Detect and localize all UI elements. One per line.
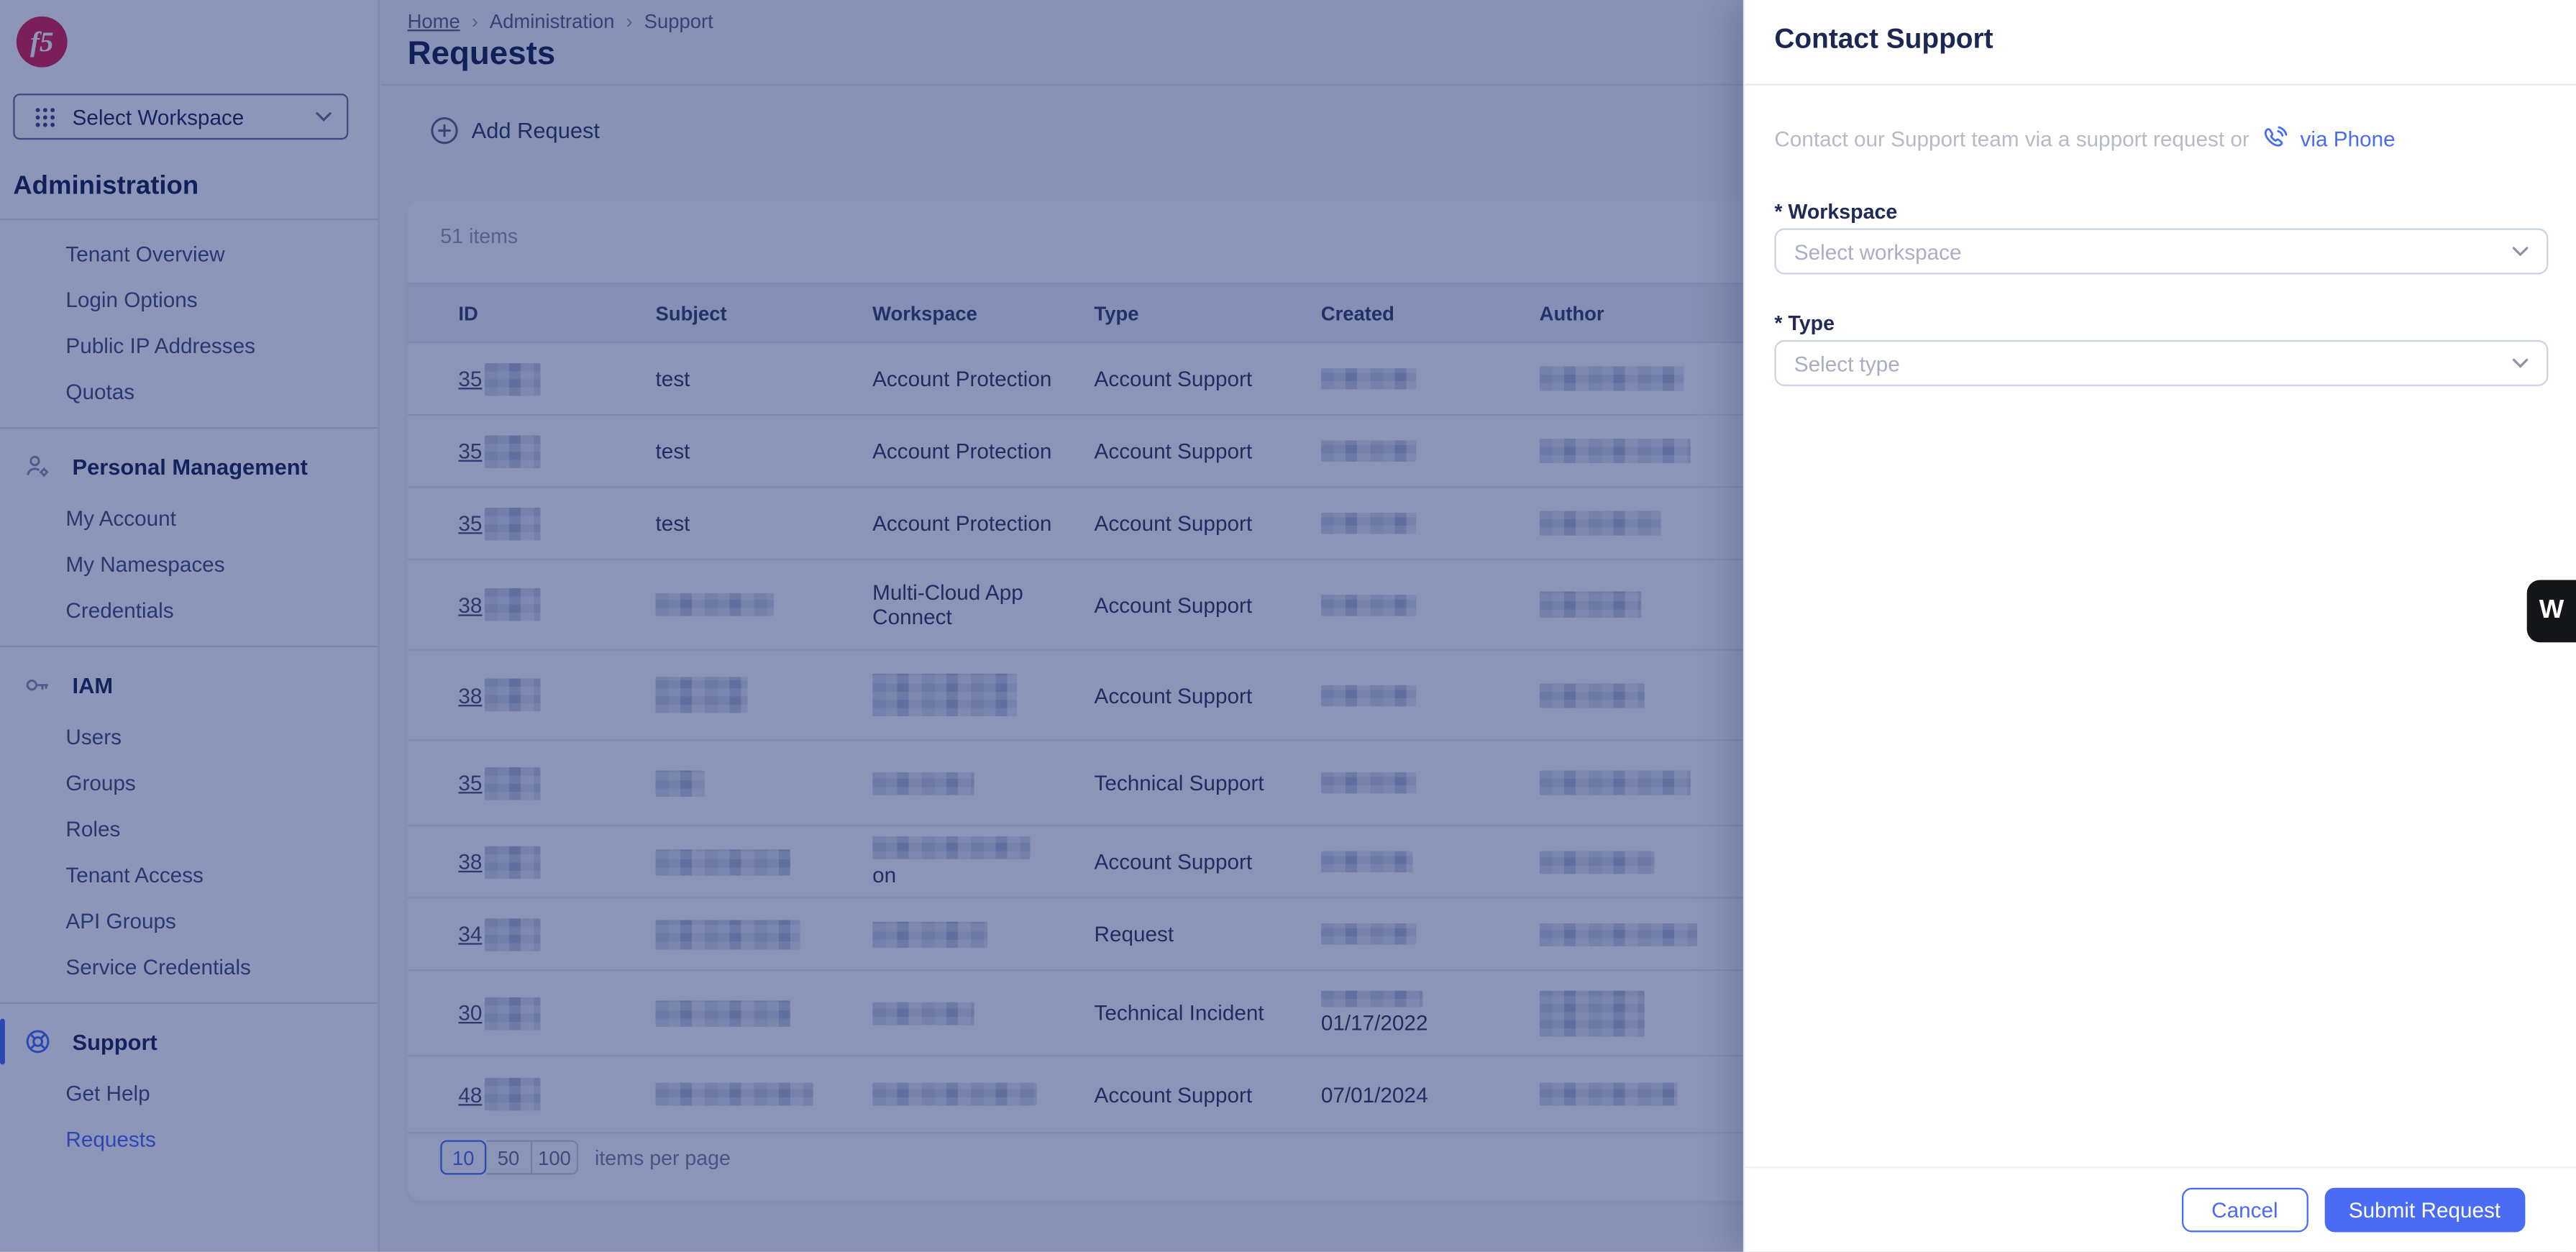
workspace-select[interactable]: Select workspace [1774,229,2548,275]
panel-description-row: Contact our Support team via a support r… [1774,125,2395,153]
type-select-placeholder: Select type [1794,351,1900,375]
via-phone-link[interactable]: via Phone [2301,127,2395,151]
browser-extension-widget[interactable]: W [2527,580,2576,642]
app-window: f5 Select Workspace Administration Tenan… [0,0,2576,1252]
chevron-down-icon [2512,358,2529,368]
contact-support-panel: Contact Support Contact our Support team… [1743,0,2576,1252]
workspace-field-label: * Workspace [1774,201,1897,224]
phone-icon [2261,125,2289,153]
type-select[interactable]: Select type [1774,340,2548,386]
chevron-down-icon [2512,247,2529,257]
workspace-select-placeholder: Select workspace [1794,239,1962,263]
panel-footer: Cancel Submit Request [1745,1166,2576,1252]
cancel-button[interactable]: Cancel [2182,1188,2308,1233]
type-field-label: * Type [1774,312,1835,335]
panel-description: Contact our Support team via a support r… [1774,127,2249,151]
panel-title: Contact Support [1774,23,1993,56]
panel-header-divider [1745,84,2576,86]
submit-request-button[interactable]: Submit Request [2324,1188,2526,1233]
